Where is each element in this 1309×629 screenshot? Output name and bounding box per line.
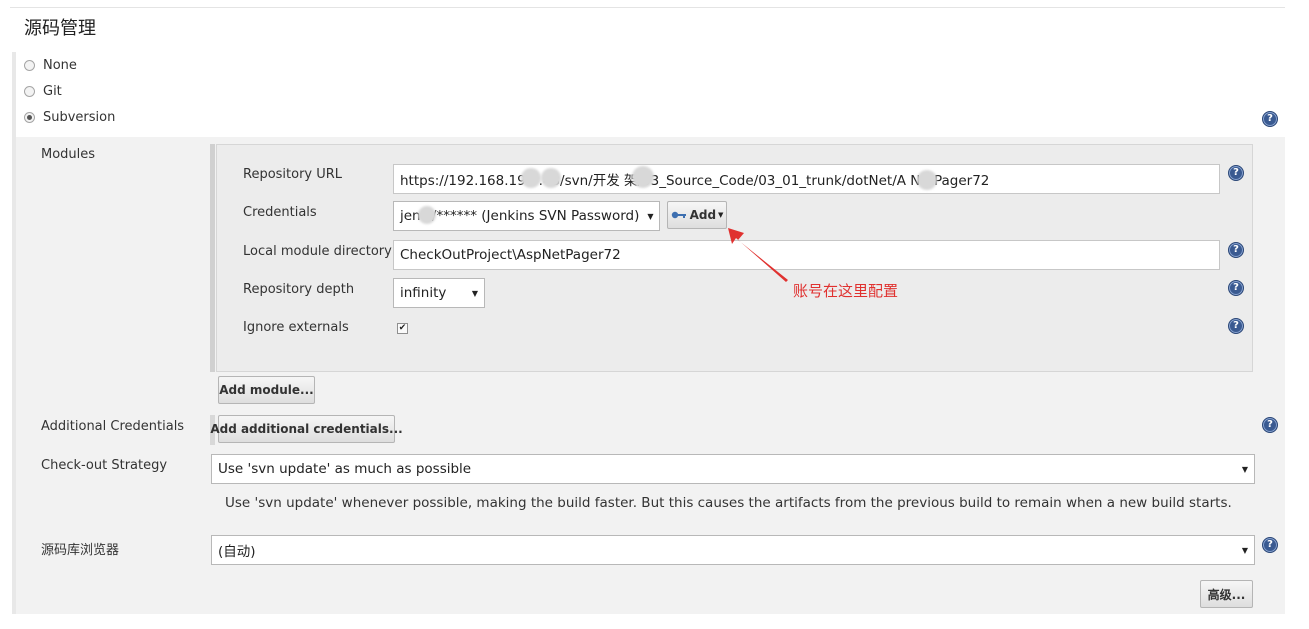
help-icon[interactable]: ? bbox=[1228, 318, 1244, 334]
key-icon bbox=[671, 211, 686, 219]
chevron-down-icon: ▼ bbox=[1241, 545, 1248, 555]
scm-option-git[interactable]: Git bbox=[24, 81, 62, 101]
local-module-directory-label: Local module directory bbox=[243, 244, 392, 259]
credentials-label: Credentials bbox=[243, 205, 317, 220]
repository-depth-label: Repository depth bbox=[243, 282, 355, 297]
repository-url-value: https://192.168.199 .43/svn/开发 架/03_Sour… bbox=[400, 173, 990, 189]
repo-browser-value: (自动) bbox=[218, 544, 256, 560]
checkout-strategy-description: Use 'svn update' whenever possible, maki… bbox=[225, 495, 1232, 511]
local-module-directory-value: CheckOutProject\AspNetPager72 bbox=[400, 247, 621, 263]
ignore-externals-checkbox[interactable]: ✔ bbox=[397, 323, 408, 334]
checkout-strategy-label: Check-out Strategy bbox=[41, 458, 168, 473]
help-icon[interactable]: ? bbox=[1262, 417, 1278, 433]
local-module-directory-input[interactable]: CheckOutProject\AspNetPager72 bbox=[393, 240, 1220, 270]
radio-button[interactable] bbox=[24, 85, 35, 97]
radio-button[interactable] bbox=[24, 59, 35, 71]
scm-option-label: Subversion bbox=[43, 109, 116, 125]
redaction-blur bbox=[917, 170, 937, 190]
repository-url-input[interactable]: https://192.168.199 .43/svn/开发 架/03_Sour… bbox=[393, 164, 1220, 194]
redaction-blur bbox=[632, 166, 654, 188]
checkout-strategy-select[interactable]: Use 'svn update' as much as possible ▼ bbox=[211, 454, 1255, 484]
annotation-arrow bbox=[728, 228, 788, 282]
chevron-down-icon: ▼ bbox=[647, 211, 654, 221]
repo-browser-label: 源码库浏览器 bbox=[41, 543, 120, 558]
advanced-button[interactable]: 高级... bbox=[1200, 580, 1253, 608]
scm-option-label: None bbox=[43, 57, 77, 73]
repository-depth-value: infinity bbox=[400, 285, 447, 301]
help-icon[interactable]: ? bbox=[1262, 111, 1278, 127]
scm-option-label: Git bbox=[43, 83, 62, 99]
additional-credentials-label: Additional Credentials bbox=[41, 419, 185, 434]
section-title: 源码管理 bbox=[24, 18, 96, 39]
help-icon[interactable]: ? bbox=[1228, 280, 1244, 296]
chevron-down-icon: ▼ bbox=[471, 288, 478, 298]
modules-left-bar bbox=[210, 144, 215, 372]
redaction-blur bbox=[521, 168, 541, 188]
modules-label: Modules bbox=[41, 147, 96, 162]
radio-button-selected[interactable] bbox=[24, 111, 35, 123]
scm-option-none[interactable]: None bbox=[24, 55, 77, 75]
top-divider bbox=[10, 7, 1285, 8]
annotation-text: 账号在这里配置 bbox=[793, 282, 899, 300]
repository-url-label: Repository URL bbox=[243, 167, 343, 182]
add-credentials-label: Add bbox=[689, 208, 717, 222]
chevron-down-icon: ▼ bbox=[1241, 464, 1248, 474]
add-module-button[interactable]: Add module... bbox=[218, 376, 315, 404]
repository-depth-select[interactable]: infinity ▼ bbox=[393, 278, 485, 308]
ignore-externals-label: Ignore externals bbox=[243, 320, 349, 335]
help-icon[interactable]: ? bbox=[1228, 165, 1244, 181]
redaction-blur bbox=[541, 168, 561, 188]
add-additional-credentials-button[interactable]: Add additional credentials... bbox=[210, 415, 403, 443]
chevron-down-icon: ▼ bbox=[718, 211, 724, 219]
repo-browser-select[interactable]: (自动) ▼ bbox=[211, 535, 1255, 565]
redaction-blur bbox=[418, 206, 436, 224]
checkout-strategy-value: Use 'svn update' as much as possible bbox=[218, 461, 472, 477]
help-icon[interactable]: ? bbox=[1228, 242, 1244, 258]
help-icon[interactable]: ? bbox=[1262, 537, 1278, 553]
scm-option-subversion[interactable]: Subversion bbox=[24, 107, 115, 127]
add-credentials-button[interactable]: Add ▼ bbox=[667, 201, 727, 229]
